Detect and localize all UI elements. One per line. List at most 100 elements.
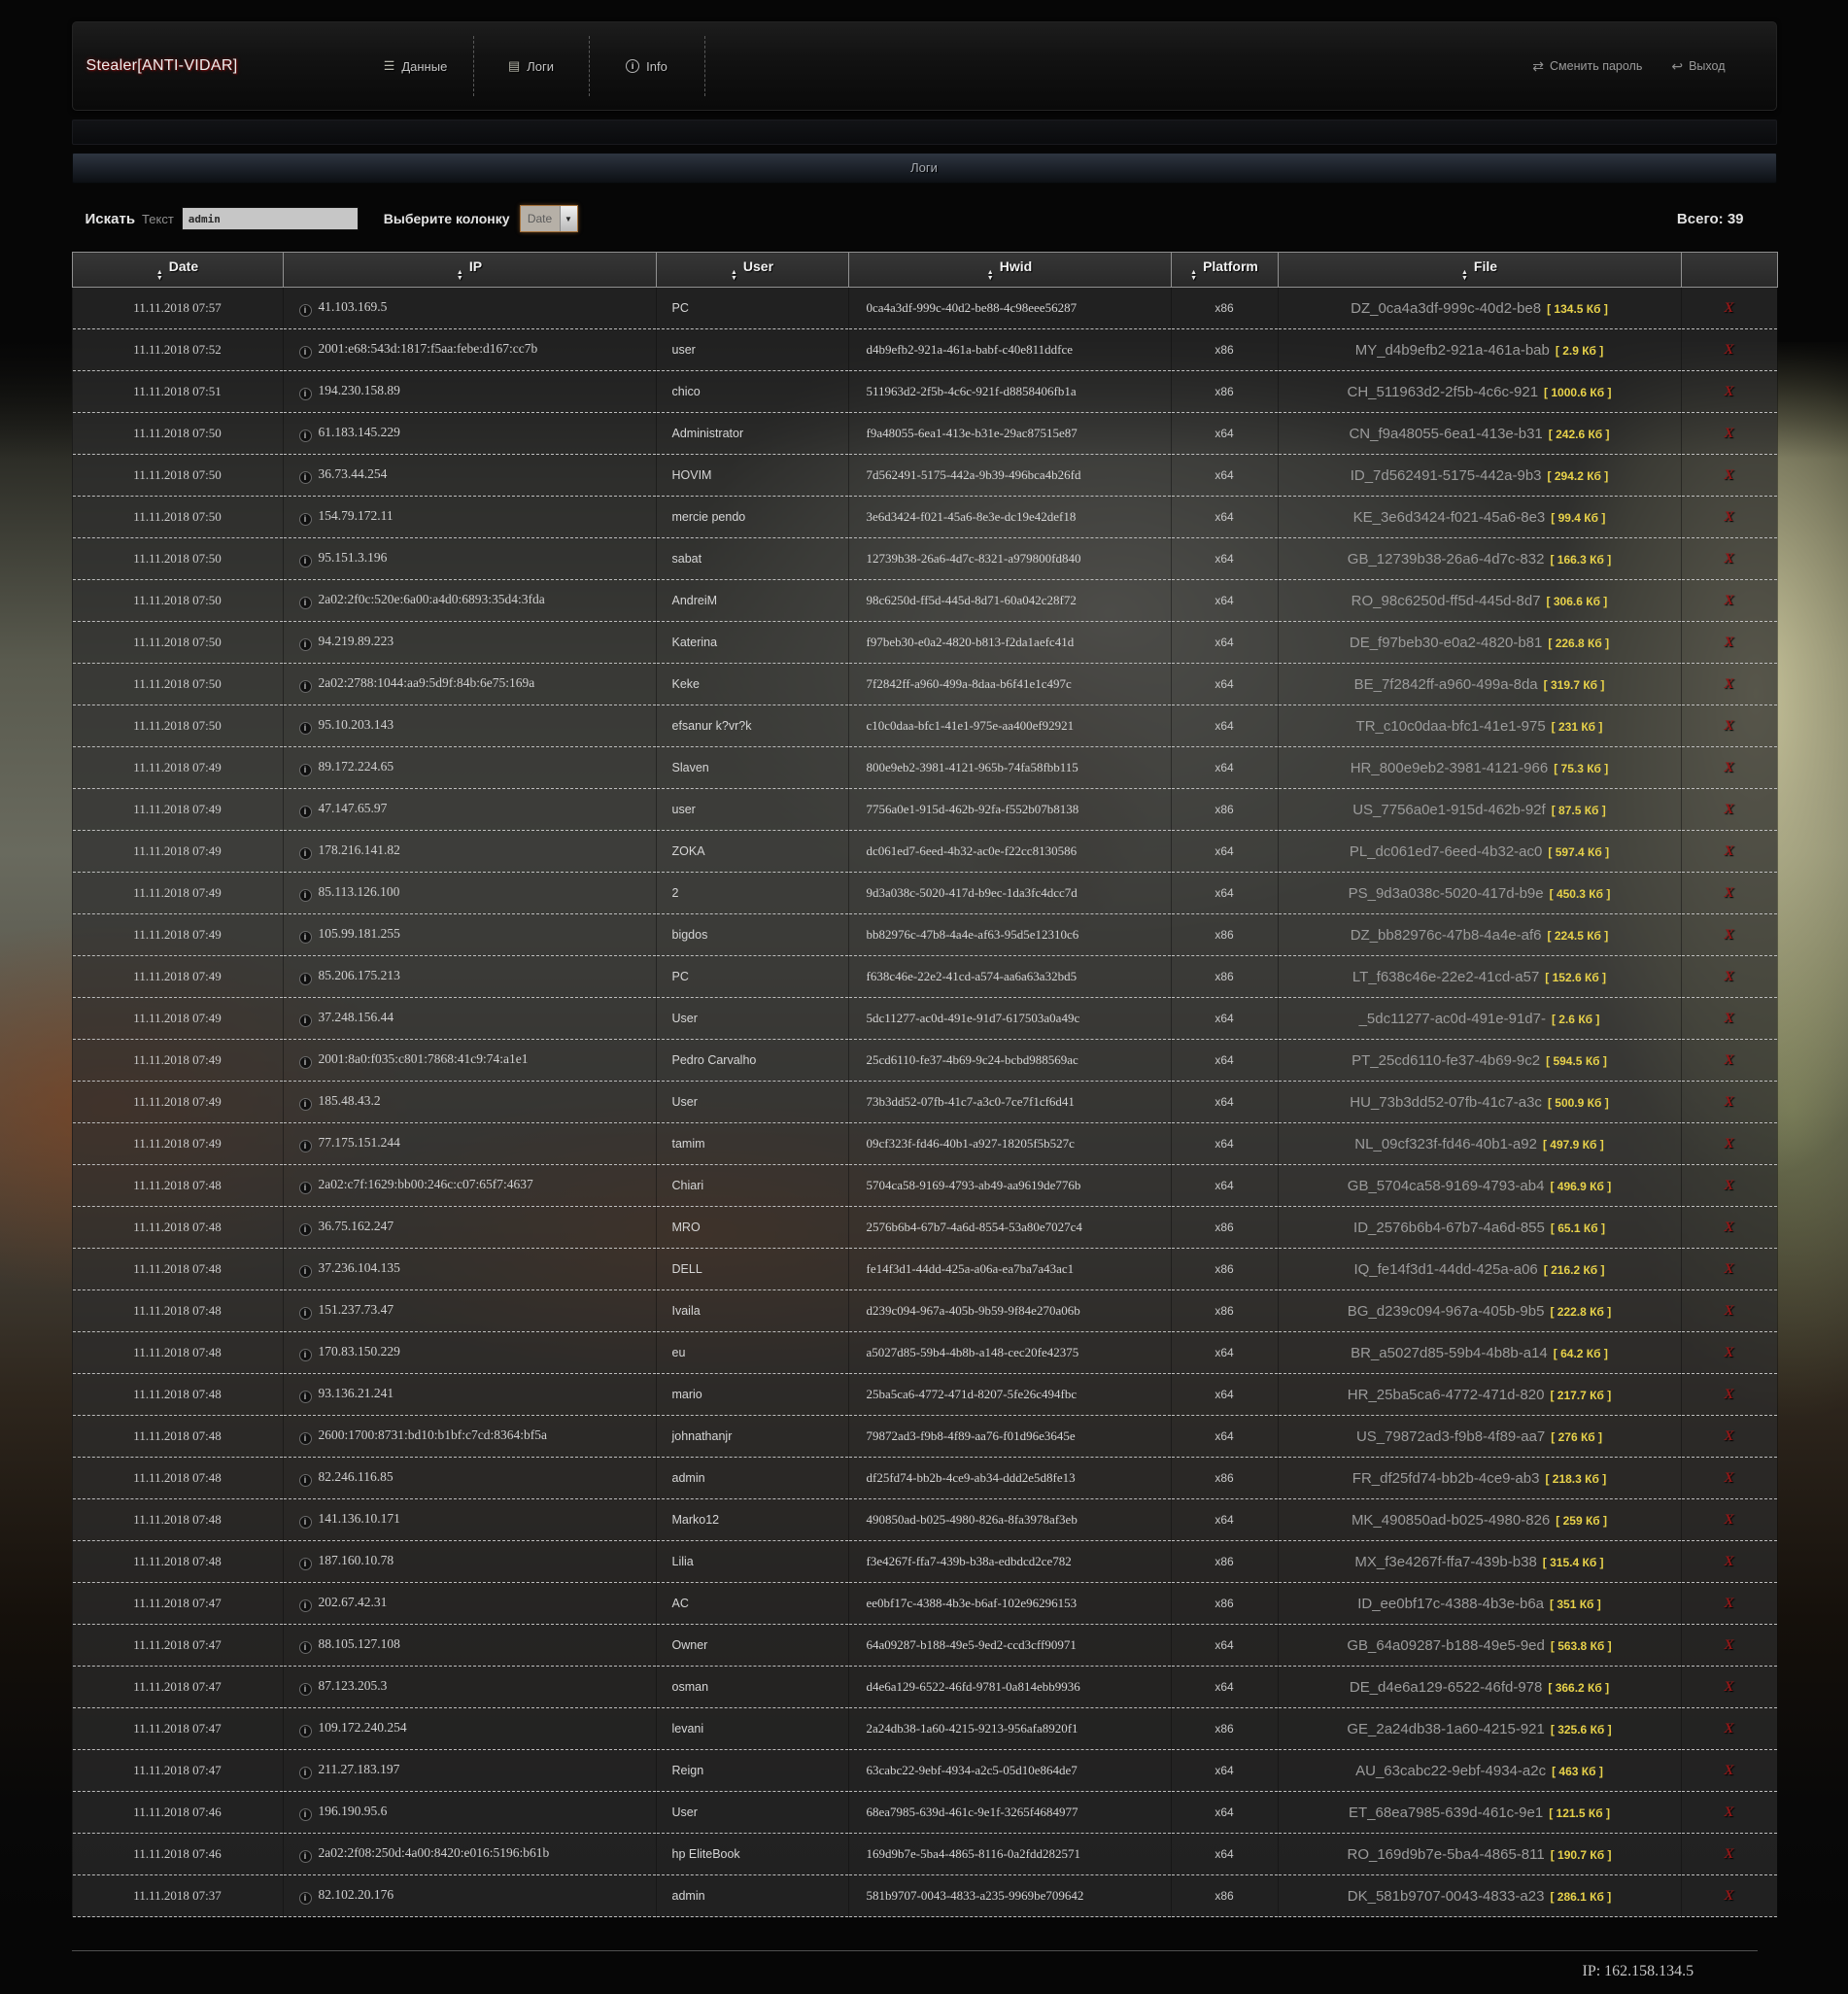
file-download-link[interactable]: GE_2a24db38-1a60-4215-921 bbox=[1347, 1721, 1545, 1737]
delete-row-button[interactable]: X bbox=[1724, 1805, 1733, 1820]
file-download-link[interactable]: IQ_fe14f3d1-44dd-425a-a06 bbox=[1353, 1261, 1537, 1278]
file-download-link[interactable]: NL_09cf323f-fd46-40b1-a92 bbox=[1354, 1136, 1537, 1152]
delete-row-button[interactable]: X bbox=[1724, 1011, 1733, 1026]
file-download-link[interactable]: DE_f97beb30-e0a2-4820-b81 bbox=[1350, 635, 1543, 651]
file-download-link[interactable]: RO_169d9b7e-5ba4-4865-811 bbox=[1348, 1846, 1545, 1863]
delete-row-button[interactable]: X bbox=[1724, 1094, 1733, 1110]
file-download-link[interactable]: CN_f9a48055-6ea1-413e-b31 bbox=[1349, 426, 1542, 442]
delete-row-button[interactable]: X bbox=[1724, 1178, 1733, 1193]
file-download-link[interactable]: GB_64a09287-b188-49e5-9ed bbox=[1347, 1637, 1545, 1654]
logout-link[interactable]: ↩ Выход bbox=[1671, 58, 1725, 75]
file-download-link[interactable]: DZ_bb82976c-47b8-4a4e-af6 bbox=[1351, 927, 1542, 944]
delete-row-button[interactable]: X bbox=[1724, 426, 1733, 441]
file-download-link[interactable]: DK_581b9707-0043-4833-a23 bbox=[1348, 1888, 1545, 1905]
delete-row-button[interactable]: X bbox=[1724, 1679, 1733, 1695]
file-download-link[interactable]: HR_800e9eb2-3981-4121-966 bbox=[1351, 760, 1549, 776]
file-download-link[interactable]: PL_dc061ed7-6eed-4b32-ac0 bbox=[1350, 843, 1543, 860]
delete-row-button[interactable]: X bbox=[1724, 1554, 1733, 1569]
file-cell: ET_68ea7985-639d-461c-9e1 [ 121.5 Кб ] bbox=[1277, 1791, 1681, 1834]
file-download-link[interactable]: KE_3e6d3424-f021-45a6-8e3 bbox=[1353, 509, 1546, 526]
file-download-link[interactable]: PT_25cd6110-fe37-4b69-9c2 bbox=[1352, 1052, 1540, 1069]
delete-row-button[interactable]: X bbox=[1724, 1136, 1733, 1152]
file-download-link[interactable]: MX_f3e4267f-ffa7-439b-b38 bbox=[1354, 1554, 1536, 1570]
delete-row-button[interactable]: X bbox=[1724, 467, 1733, 483]
delete-row-button[interactable]: X bbox=[1724, 718, 1733, 734]
delete-row-button[interactable]: X bbox=[1724, 384, 1733, 399]
file-download-link[interactable]: BE_7f2842ff-a960-499a-8da bbox=[1354, 676, 1538, 693]
delete-row-button[interactable]: X bbox=[1724, 1596, 1733, 1611]
file-download-link[interactable]: CH_511963d2-2f5b-4c6c-921 bbox=[1348, 384, 1539, 400]
search-input[interactable] bbox=[181, 207, 359, 230]
column-header-date[interactable]: ▲ ▼ Date bbox=[71, 252, 284, 288]
ip-address: 154.79.172.11 bbox=[318, 508, 394, 524]
change-password-link[interactable]: ⇄ Сменить пароль bbox=[1532, 58, 1642, 75]
file-download-link[interactable]: MY_d4b9efb2-921a-461a-bab bbox=[1355, 342, 1550, 359]
delete-row-button[interactable]: X bbox=[1724, 927, 1733, 943]
delete-row-button[interactable]: X bbox=[1724, 1888, 1733, 1904]
delete-row-button[interactable]: X bbox=[1724, 1345, 1733, 1360]
file-download-link[interactable]: RO_98c6250d-ff5d-445d-8d7 bbox=[1352, 593, 1541, 609]
column-header-hwid[interactable]: ▲ ▼ Hwid bbox=[847, 252, 1172, 288]
column-header-ip[interactable]: ▲ ▼ IP bbox=[282, 252, 657, 288]
delete-row-button[interactable]: X bbox=[1724, 1846, 1733, 1862]
delete-row-button[interactable]: X bbox=[1724, 843, 1733, 859]
delete-row-button[interactable]: X bbox=[1724, 1470, 1733, 1486]
file-download-link[interactable]: ID_7d562491-5175-442a-9b3 bbox=[1351, 467, 1542, 484]
delete-row-button[interactable]: X bbox=[1724, 802, 1733, 817]
delete-row-button[interactable]: X bbox=[1724, 1261, 1733, 1277]
file-download-link[interactable]: ID_ee0bf17c-4388-4b3e-b6a bbox=[1357, 1596, 1544, 1612]
log-row: 11.11.2018 07:57 i 41.103.169.5 PC 0ca4a3df-… bbox=[71, 287, 1778, 329]
delete-row-button[interactable]: X bbox=[1724, 635, 1733, 650]
delete-row-button[interactable]: X bbox=[1724, 1220, 1733, 1235]
username: Marko12 bbox=[655, 1498, 848, 1541]
nav-item-логи[interactable]: ▤ Логи bbox=[474, 36, 590, 96]
file-download-link[interactable]: PS_9d3a038c-5020-417d-b9e bbox=[1349, 885, 1544, 902]
delete-row-button[interactable]: X bbox=[1724, 509, 1733, 525]
log-date: 11.11.2018 07:51 bbox=[71, 370, 283, 413]
delete-row-button[interactable]: X bbox=[1724, 676, 1733, 692]
delete-row-button[interactable]: X bbox=[1724, 593, 1733, 608]
delete-row-button[interactable]: X bbox=[1724, 1763, 1733, 1778]
file-download-link[interactable]: ID_2576b6b4-67b7-4a6d-855 bbox=[1353, 1220, 1545, 1236]
delete-row-button[interactable]: X bbox=[1724, 1387, 1733, 1402]
delete-row-button[interactable]: X bbox=[1724, 1721, 1733, 1736]
file-download-link[interactable]: HR_25ba5ca6-4772-471d-820 bbox=[1348, 1387, 1545, 1403]
delete-row-button[interactable]: X bbox=[1724, 1052, 1733, 1068]
file-download-link[interactable]: FR_df25fd74-bb2b-4ce9-ab3 bbox=[1352, 1470, 1540, 1487]
file-download-link[interactable]: BR_a5027d85-59b4-4b8b-a14 bbox=[1351, 1345, 1548, 1361]
file-download-link[interactable]: LT_f638c46e-22e2-41cd-a57 bbox=[1352, 969, 1539, 985]
file-download-link[interactable]: AU_63cabc22-9ebf-4934-a2c bbox=[1355, 1763, 1546, 1779]
column-header-file[interactable]: ▲ ▼ File bbox=[1277, 252, 1682, 288]
column-header-platform[interactable]: ▲ ▼ Platform bbox=[1170, 252, 1279, 288]
file-download-link[interactable]: MK_490850ad-b025-4980-826 bbox=[1352, 1512, 1550, 1529]
column-header-user[interactable]: ▲ ▼ User bbox=[655, 252, 849, 288]
file-download-link[interactable]: US_79872ad3-f9b8-4f89-aa7 bbox=[1356, 1428, 1545, 1445]
file-download-link[interactable]: GB_5704ca58-9169-4793-ab4 bbox=[1348, 1178, 1545, 1194]
delete-row-button[interactable]: X bbox=[1724, 342, 1733, 358]
file-download-link[interactable]: _5dc11277-ac0d-491e-91d7- bbox=[1359, 1011, 1546, 1027]
file-download-link[interactable]: BG_d239c094-967a-405b-9b5 bbox=[1348, 1303, 1545, 1320]
file-download-link[interactable]: TR_c10c0daa-bfc1-41e1-975 bbox=[1356, 718, 1546, 735]
ip-address: 2a02:c7f:1629:bb00:246c:c07:65f7:4637 bbox=[318, 1177, 533, 1192]
file-download-link[interactable]: HU_73b3dd52-07fb-41c7-a3c bbox=[1350, 1094, 1542, 1111]
delete-row-button[interactable]: X bbox=[1724, 969, 1733, 984]
delete-row-button[interactable]: X bbox=[1724, 760, 1733, 775]
file-cell: MK_490850ad-b025-4980-826 [ 259 Кб ] bbox=[1277, 1498, 1681, 1541]
nav-item-info[interactable]: i Info bbox=[590, 36, 705, 96]
delete-row-button[interactable]: X bbox=[1724, 885, 1733, 901]
delete-row-button[interactable]: X bbox=[1724, 1637, 1733, 1653]
delete-row-button[interactable]: X bbox=[1724, 551, 1733, 567]
chevron-down-icon[interactable]: ▼ bbox=[559, 206, 577, 231]
file-download-link[interactable]: ET_68ea7985-639d-461c-9e1 bbox=[1349, 1805, 1543, 1821]
nav-item-данные[interactable]: ☰ Данные bbox=[359, 36, 474, 96]
delete-row-button[interactable]: X bbox=[1724, 1428, 1733, 1444]
delete-row-button[interactable]: X bbox=[1724, 1512, 1733, 1528]
file-download-link[interactable]: DE_d4e6a129-6522-46fd-978 bbox=[1350, 1679, 1543, 1696]
delete-row-button[interactable]: X bbox=[1724, 1303, 1733, 1319]
log-date: 11.11.2018 07:49 bbox=[71, 913, 283, 956]
column-select[interactable]: Date ▼ bbox=[519, 205, 578, 232]
file-download-link[interactable]: US_7756a0e1-915d-462b-92f bbox=[1352, 802, 1546, 818]
file-download-link[interactable]: GB_12739b38-26a6-4d7c-832 bbox=[1348, 551, 1545, 567]
delete-row-button[interactable]: X bbox=[1724, 300, 1733, 316]
file-download-link[interactable]: DZ_0ca4a3df-999c-40d2-be8 bbox=[1351, 300, 1541, 317]
